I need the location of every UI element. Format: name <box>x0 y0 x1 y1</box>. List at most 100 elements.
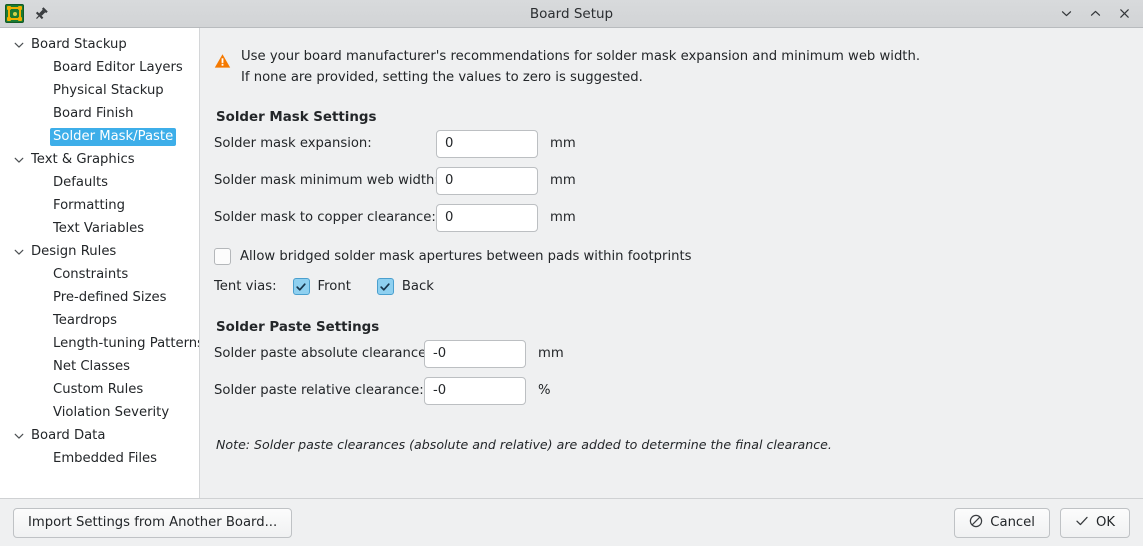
sidebar-item-label: Design Rules <box>31 243 117 259</box>
close-icon[interactable] <box>1117 6 1132 21</box>
tent-vias-back-option[interactable]: Back <box>376 278 434 295</box>
cancel-label: Cancel <box>990 515 1035 530</box>
solder-paste-note: Note: Solder paste clearances (absolute … <box>216 437 832 452</box>
warning-text: Use your board manufacturer's recommenda… <box>241 42 920 88</box>
allow-bridged-checkbox[interactable] <box>214 248 231 265</box>
field-label: Solder paste absolute clearance: <box>214 346 431 361</box>
allow-bridged-apertures-row[interactable]: Allow bridged solder mask apertures betw… <box>214 248 1143 265</box>
field-row: Solder paste relative clearance:% <box>214 372 1143 409</box>
sidebar-item-label: Board Data <box>31 427 106 443</box>
sidebar-item-label: Text Variables <box>53 220 145 236</box>
tent-vias-front-label: Front <box>317 279 351 294</box>
no-entry-icon <box>969 514 983 532</box>
warning-banner: Use your board manufacturer's recommenda… <box>214 42 1143 88</box>
dialog-footer: Import Settings from Another Board... Ca… <box>0 498 1143 546</box>
field-row: Solder paste absolute clearance: mm <box>214 335 1143 372</box>
field-label: Solder paste relative clearance: <box>214 383 424 398</box>
field-unit: mm <box>550 173 576 188</box>
tent-vias-front-checkbox[interactable] <box>292 278 310 295</box>
sidebar-item-board-editor-layers[interactable]: Board Editor Layers <box>0 56 199 79</box>
solder-paste-fields: Solder paste absolute clearance:mmSolder… <box>214 335 1143 409</box>
sidebar-item-length-tuning-patterns[interactable]: Length-tuning Patterns <box>0 332 199 355</box>
sidebar-item-board-stackup[interactable]: Board Stackup <box>0 33 199 56</box>
sidebar-item-solder-mask-paste[interactable]: Solder Mask/Paste <box>0 125 199 148</box>
field-input[interactable] <box>436 203 538 232</box>
sidebar-item-text-variables[interactable]: Text Variables <box>0 217 199 240</box>
pcb-board-icon <box>5 4 24 23</box>
warning-line-1: Use your board manufacturer's recommenda… <box>241 49 921 64</box>
cancel-button[interactable]: Cancel <box>954 507 1050 538</box>
tent-vias-front-option[interactable]: Front <box>292 278 351 295</box>
import-settings-label: Import Settings from Another Board... <box>28 515 278 530</box>
chevron-down-icon[interactable] <box>10 430 28 442</box>
chevron-up-icon[interactable] <box>1088 6 1103 21</box>
solder-mask-heading: Solder Mask Settings <box>216 110 377 125</box>
chevron-down-icon[interactable] <box>10 154 28 166</box>
sidebar-item-board-finish[interactable]: Board Finish <box>0 102 199 125</box>
solder-paste-heading: Solder Paste Settings <box>216 320 380 335</box>
field-row: Solder mask expansion: mm <box>214 125 1143 162</box>
sidebar-item-label: Board Finish <box>53 105 134 121</box>
allow-bridged-label: Allow bridged solder mask apertures betw… <box>240 249 692 264</box>
warning-line-2: If none are provided, setting the values… <box>241 70 643 85</box>
sidebar-item-teardrops[interactable]: Teardrops <box>0 309 199 332</box>
ok-button[interactable]: OK <box>1059 507 1130 538</box>
field-input[interactable] <box>424 339 526 368</box>
sidebar-item-constraints[interactable]: Constraints <box>0 263 199 286</box>
field-input[interactable] <box>436 129 538 158</box>
ok-label: OK <box>1095 515 1115 530</box>
warning-triangle-icon <box>214 53 231 73</box>
sidebar-item-defaults[interactable]: Defaults <box>0 171 199 194</box>
sidebar-item-label: Physical Stackup <box>53 82 164 98</box>
title-bar-left-icons <box>5 4 49 23</box>
field-label: Solder mask expansion: <box>214 136 372 151</box>
sidebar-item-label: Board Stackup <box>31 36 127 52</box>
solder-mask-paste-panel: Use your board manufacturer's recommenda… <box>200 28 1143 498</box>
sidebar-item-label: Teardrops <box>53 312 118 328</box>
chevron-down-icon[interactable] <box>10 246 28 258</box>
chevron-down-icon[interactable] <box>10 39 28 51</box>
sidebar-item-custom-rules[interactable]: Custom Rules <box>0 378 199 401</box>
settings-tree[interactable]: Board Stackup Board Editor Layers Physical… <box>0 28 200 498</box>
field-input[interactable] <box>436 166 538 195</box>
sidebar-item-formatting[interactable]: Formatting <box>0 194 199 217</box>
check-icon <box>1075 514 1089 532</box>
sidebar-item-physical-stackup[interactable]: Physical Stackup <box>0 79 199 102</box>
dialog-body: Board Stackup Board Editor Layers Physical… <box>0 28 1143 498</box>
tent-vias-label: Tent vias: <box>214 279 277 294</box>
sidebar-item-label: Embedded Files <box>53 450 158 466</box>
field-unit: mm <box>550 136 576 151</box>
sidebar-item-design-rules[interactable]: Design Rules <box>0 240 199 263</box>
board-setup-window: Board Setup Board Stackup Board Editor La <box>0 0 1143 546</box>
sidebar-item-embedded-files[interactable]: Embedded Files <box>0 447 199 470</box>
pushpin-icon[interactable] <box>33 6 49 22</box>
sidebar-item-net-classes[interactable]: Net Classes <box>0 355 199 378</box>
field-row: Solder mask to copper clearance: mm <box>214 199 1143 236</box>
chevron-down-icon[interactable] <box>1059 6 1074 21</box>
sidebar-item-label: Text & Graphics <box>31 151 135 167</box>
sidebar-item-pre-defined-sizes[interactable]: Pre-defined Sizes <box>0 286 199 309</box>
sidebar-item-text-graphics[interactable]: Text & Graphics <box>0 148 199 171</box>
sidebar-item-label: Solder Mask/Paste <box>50 127 177 146</box>
tent-vias-back-checkbox[interactable] <box>376 278 394 295</box>
sidebar-item-label: Formatting <box>53 197 126 213</box>
sidebar-item-label: Defaults <box>53 174 109 190</box>
sidebar-item-label: Violation Severity <box>53 404 170 420</box>
sidebar-item-violation-severity[interactable]: Violation Severity <box>0 401 199 424</box>
sidebar-item-label: Board Editor Layers <box>53 59 183 75</box>
field-unit: mm <box>550 210 576 225</box>
sidebar-item-label: Net Classes <box>53 358 131 374</box>
sidebar-item-label: Length-tuning Patterns <box>53 335 200 351</box>
sidebar-item-board-data[interactable]: Board Data <box>0 424 199 447</box>
sidebar-item-label: Constraints <box>53 266 129 282</box>
import-settings-button[interactable]: Import Settings from Another Board... <box>13 507 293 538</box>
window-title: Board Setup <box>529 6 614 22</box>
sidebar-item-label: Pre-defined Sizes <box>53 289 167 305</box>
field-unit: % <box>538 383 551 398</box>
field-input[interactable] <box>424 376 526 405</box>
sidebar-item-label: Custom Rules <box>53 381 144 397</box>
tent-vias-row: Tent vias: Front Back <box>214 278 1143 295</box>
solder-mask-fields: Solder mask expansion:mmSolder mask mini… <box>214 125 1143 236</box>
field-label: Solder mask to copper clearance: <box>214 210 436 225</box>
field-row: Solder mask minimum web width: mm <box>214 162 1143 199</box>
